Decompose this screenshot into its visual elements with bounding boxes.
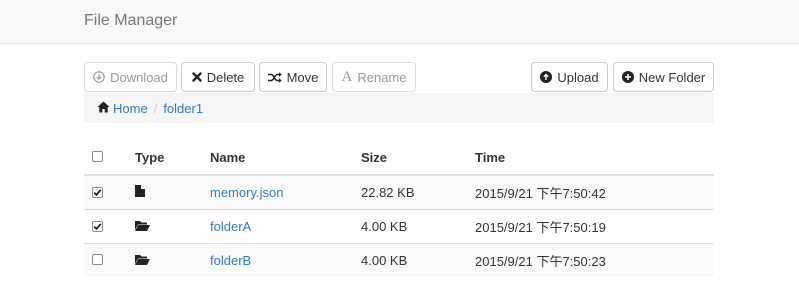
toolbar: Download Delete Move A Rename Upload New… — [84, 62, 714, 93]
row-time-cell: 2015/9/21 下午7:50:23 — [475, 242, 714, 277]
row-name-link[interactable]: memory.json — [210, 185, 283, 200]
row-size-cell: 4.00 KB — [361, 242, 475, 277]
font-icon: A — [341, 68, 353, 85]
column-header-type[interactable]: Type — [135, 141, 210, 176]
download-icon — [93, 71, 105, 83]
file-icon — [135, 184, 145, 200]
breadcrumb-separator: / — [153, 100, 158, 116]
upload-button[interactable]: Upload — [531, 62, 608, 92]
row-name-link[interactable]: folderA — [210, 219, 251, 234]
breadcrumb-home-label: Home — [113, 100, 148, 116]
select-all-checkbox[interactable] — [92, 151, 103, 162]
row-type-cell — [135, 208, 210, 243]
folder-open-icon — [135, 253, 150, 268]
breadcrumb: Home / folder1 — [84, 93, 714, 123]
shuffle-icon — [267, 71, 282, 83]
file-table: Type Name Size Time memory.json 22.82 KB… — [84, 141, 714, 277]
row-size-cell: 22.82 KB — [361, 175, 475, 209]
column-header-time[interactable]: Time — [475, 141, 714, 176]
row-type-cell — [135, 242, 210, 277]
home-icon — [97, 101, 110, 116]
row-checkbox[interactable] — [92, 186, 103, 198]
move-button[interactable]: Move — [259, 62, 327, 92]
remove-icon — [192, 72, 202, 82]
breadcrumb-current[interactable]: folder1 — [163, 101, 203, 116]
table-header-row: Type Name Size Time — [84, 141, 714, 176]
row-checkbox[interactable] — [92, 220, 103, 232]
breadcrumb-home[interactable]: Home — [97, 101, 148, 116]
row-check-cell — [84, 242, 135, 277]
row-name-cell: memory.json — [210, 175, 361, 209]
table-row[interactable]: folderA 4.00 KB 2015/9/21 下午7:50:19 — [84, 208, 714, 243]
row-name-cell: folderB — [210, 242, 361, 277]
row-type-cell — [135, 175, 210, 209]
row-name-link[interactable]: folderB — [210, 253, 251, 268]
delete-label: Delete — [206, 69, 245, 85]
row-check-cell — [84, 208, 135, 243]
row-size-cell: 4.00 KB — [361, 208, 475, 243]
row-check-cell — [84, 175, 135, 209]
row-name-cell: folderA — [210, 208, 361, 243]
download-button[interactable]: Download — [84, 62, 177, 92]
column-header-name[interactable]: Name — [210, 141, 361, 176]
select-all-cell — [84, 141, 135, 176]
delete-button[interactable]: Delete — [181, 62, 255, 92]
column-header-size[interactable]: Size — [361, 141, 475, 176]
navbar: File Manager — [0, 0, 799, 44]
row-checkbox[interactable] — [92, 253, 103, 265]
row-time-cell: 2015/9/21 下午7:50:42 — [475, 175, 714, 209]
rename-button[interactable]: A Rename — [332, 62, 416, 92]
new-folder-button[interactable]: New Folder — [613, 62, 714, 92]
new-folder-label: New Folder — [638, 69, 706, 85]
move-label: Move — [286, 69, 319, 85]
plus-sign-icon — [621, 71, 634, 83]
table-row[interactable]: memory.json 22.82 KB 2015/9/21 下午7:50:42 — [84, 175, 714, 209]
rename-label: Rename — [357, 69, 407, 85]
upload-label: Upload — [557, 69, 599, 85]
row-time-cell: 2015/9/21 下午7:50:19 — [475, 208, 714, 243]
table-row[interactable]: folderB 4.00 KB 2015/9/21 下午7:50:23 — [84, 242, 714, 277]
download-label: Download — [110, 69, 168, 85]
app-title[interactable]: File Manager — [84, 12, 177, 30]
upload-icon — [540, 71, 553, 83]
folder-open-icon — [135, 219, 150, 234]
